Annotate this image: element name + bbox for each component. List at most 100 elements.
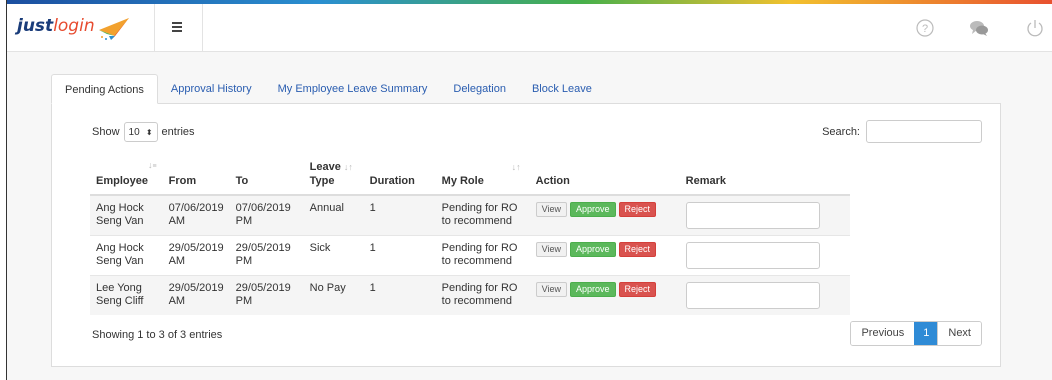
remark-input[interactable] (685, 282, 820, 309)
header-leave-type[interactable]: Leave ↓↑ Type (303, 154, 364, 196)
cell-to: 07/06/2019 PM (229, 194, 304, 236)
header-action: Action (529, 154, 680, 196)
tab-block-leave[interactable]: Block Leave (519, 74, 605, 104)
header-employee[interactable]: ↓≡ Employee (90, 154, 163, 196)
view-button[interactable]: View (535, 282, 568, 297)
role-line2: to recommend (441, 255, 512, 267)
employee-name-line2: Seng Van (96, 215, 144, 227)
to-session: PM (235, 295, 253, 307)
cell-remark (679, 235, 850, 276)
from-date: 29/05/2019 (168, 282, 224, 294)
reject-button[interactable]: Reject (618, 282, 657, 297)
pending-actions-table: ↓≡ Employee From To Leave ↓↑ Type Durati… (90, 154, 850, 315)
role-line2: to recommend (441, 215, 512, 227)
from-session: AM (168, 215, 186, 227)
cell-from: 29/05/2019 AM (162, 235, 230, 276)
cell-duration: 1 (363, 194, 436, 236)
employee-name-line1: Ang Hock (96, 242, 144, 254)
approve-button[interactable]: Approve (570, 242, 616, 257)
brand-logo-login: login (53, 16, 95, 36)
tab-bar: Pending Actions Approval History My Empl… (51, 74, 605, 104)
search-input[interactable] (866, 120, 982, 143)
pagination: Previous 1 Next (850, 321, 982, 346)
cell-from: 29/05/2019 AM (162, 275, 230, 315)
header-remark: Remark (679, 154, 850, 196)
from-date: 29/05/2019 (168, 242, 224, 254)
view-button[interactable]: View (535, 242, 568, 257)
entries-length-control: Show 10 ⬍ entries (92, 122, 195, 142)
cell-action: View Approve Reject (529, 235, 680, 276)
cell-duration: 1 (363, 235, 436, 276)
role-line1: Pending for RO (441, 282, 518, 294)
entries-select[interactable]: 10 ⬍ (123, 122, 158, 142)
tab-delegation[interactable]: Delegation (440, 74, 519, 104)
table-row: Lee Yong Seng Cliff 29/05/2019 AM 29/05/20… (90, 275, 850, 315)
header-to[interactable]: To (229, 154, 304, 196)
to-session: PM (235, 255, 253, 267)
view-button[interactable]: View (535, 202, 568, 217)
header-from-label: From (168, 175, 197, 187)
cell-action: View Approve Reject (529, 275, 680, 315)
header-leave-type-line2: Type (309, 175, 335, 187)
top-navbar: just login ? (7, 4, 1052, 52)
role-line2: to recommend (441, 295, 512, 307)
navbar-divider (154, 4, 155, 52)
brand-logo-just: just (17, 16, 54, 36)
navbar-divider (202, 4, 203, 52)
remark-input[interactable] (685, 202, 820, 229)
reject-button[interactable]: Reject (618, 242, 657, 257)
to-session: PM (235, 215, 253, 227)
reject-button[interactable]: Reject (618, 202, 657, 217)
power-icon[interactable] (1025, 18, 1045, 38)
table-header-row: ↓≡ Employee From To Leave ↓↑ Type Durati… (90, 154, 850, 196)
show-label: Show (92, 126, 120, 138)
entries-select-value: 10 (128, 126, 140, 138)
header-my-role[interactable]: ↓↑ My Role (435, 154, 530, 196)
tab-my-employee-leave-summary[interactable]: My Employee Leave Summary (265, 74, 441, 104)
header-from[interactable]: From (162, 154, 230, 196)
table-row: Ang Hock Seng Van 29/05/2019 AM 29/05/2019… (90, 235, 850, 276)
cell-remark (679, 194, 850, 236)
sort-asc-icon: ↓≡ (148, 160, 157, 170)
to-date: 07/06/2019 (235, 202, 291, 214)
employee-name-line1: Lee Yong (96, 282, 142, 294)
header-duration-label: Duration (369, 175, 415, 187)
header-duration[interactable]: Duration (363, 154, 436, 196)
brand-logo[interactable]: just login (17, 16, 131, 44)
header-action-label: Action (535, 175, 570, 187)
remark-input[interactable] (685, 242, 820, 269)
cell-action: View Approve Reject (529, 194, 680, 236)
select-arrows-icon: ⬍ (145, 127, 153, 137)
approve-button[interactable]: Approve (570, 202, 616, 217)
employee-name-line2: Seng Cliff (96, 295, 144, 307)
tab-pending-actions[interactable]: Pending Actions (51, 74, 158, 104)
role-line1: Pending for RO (441, 242, 518, 254)
paper-plane-icon (98, 18, 129, 40)
approve-button[interactable]: Approve (570, 282, 616, 297)
chat-bubbles-icon[interactable] (969, 18, 989, 38)
cell-duration: 1 (363, 275, 436, 315)
search-control: Search: (822, 120, 982, 143)
header-employee-label: Employee (96, 175, 148, 187)
from-session: AM (168, 255, 186, 267)
role-line1: Pending for RO (441, 202, 518, 214)
cell-leave-type: Annual (303, 194, 364, 236)
help-circle-icon[interactable]: ? (915, 18, 935, 38)
cell-employee: Lee Yong Seng Cliff (90, 275, 163, 315)
cell-leave-type: No Pay (303, 275, 364, 315)
cell-employee: Ang Hock Seng Van (90, 194, 163, 236)
entries-label: entries (161, 126, 195, 138)
hamburger-menu-icon[interactable] (167, 20, 187, 36)
next-page-button[interactable]: Next (938, 322, 981, 345)
from-date: 07/06/2019 (168, 202, 224, 214)
page-1-button[interactable]: 1 (914, 322, 939, 345)
content-area: Pending Actions Approval History My Empl… (51, 74, 1001, 367)
tab-approval-history[interactable]: Approval History (158, 74, 265, 104)
pending-actions-panel: Show 10 ⬍ entries Search: ↓≡ Employee Fr… (51, 103, 1001, 367)
cell-to: 29/05/2019 PM (229, 275, 304, 315)
previous-page-button[interactable]: Previous (851, 322, 915, 345)
cell-employee: Ang Hock Seng Van (90, 235, 163, 276)
header-to-label: To (235, 175, 249, 187)
employee-name-line1: Ang Hock (96, 202, 144, 214)
sort-arrows-icon: ↓↑ (511, 162, 521, 172)
